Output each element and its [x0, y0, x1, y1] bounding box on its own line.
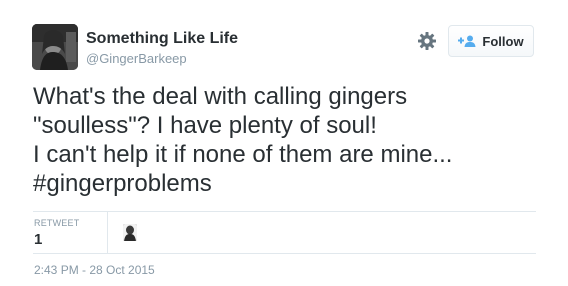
stats-divider-vertical — [107, 212, 108, 253]
gear-icon[interactable] — [417, 31, 437, 51]
author-name[interactable]: Something Like Life — [86, 30, 238, 48]
retweeter-avatar[interactable] — [123, 224, 137, 241]
tweet-line: What's the deal with calling gingers — [33, 83, 408, 110]
add-user-icon — [458, 35, 476, 47]
retweet-count[interactable]: 1 — [34, 231, 42, 248]
retweet-stat-label: RETWEET — [34, 218, 80, 228]
tweet-text: What's the deal with calling gingers "so… — [33, 82, 553, 198]
author-handle[interactable]: @GingerBarkeep — [86, 51, 187, 66]
follow-button[interactable]: Follow — [448, 25, 534, 57]
follow-label: Follow — [482, 33, 524, 49]
stats-divider-bottom — [33, 253, 536, 254]
tweet-line: I can't help it if none of them are mine… — [33, 141, 453, 168]
tweet-timestamp[interactable]: 2:43 PM - 28 Oct 2015 — [34, 263, 155, 277]
stats-divider-top — [33, 211, 536, 212]
hashtag-link[interactable]: #gingerproblems — [33, 169, 553, 198]
author-avatar[interactable] — [32, 24, 78, 70]
tweet-line: "soulless"? I have plenty of soul! — [33, 112, 377, 139]
author-avatar-image — [32, 24, 78, 70]
